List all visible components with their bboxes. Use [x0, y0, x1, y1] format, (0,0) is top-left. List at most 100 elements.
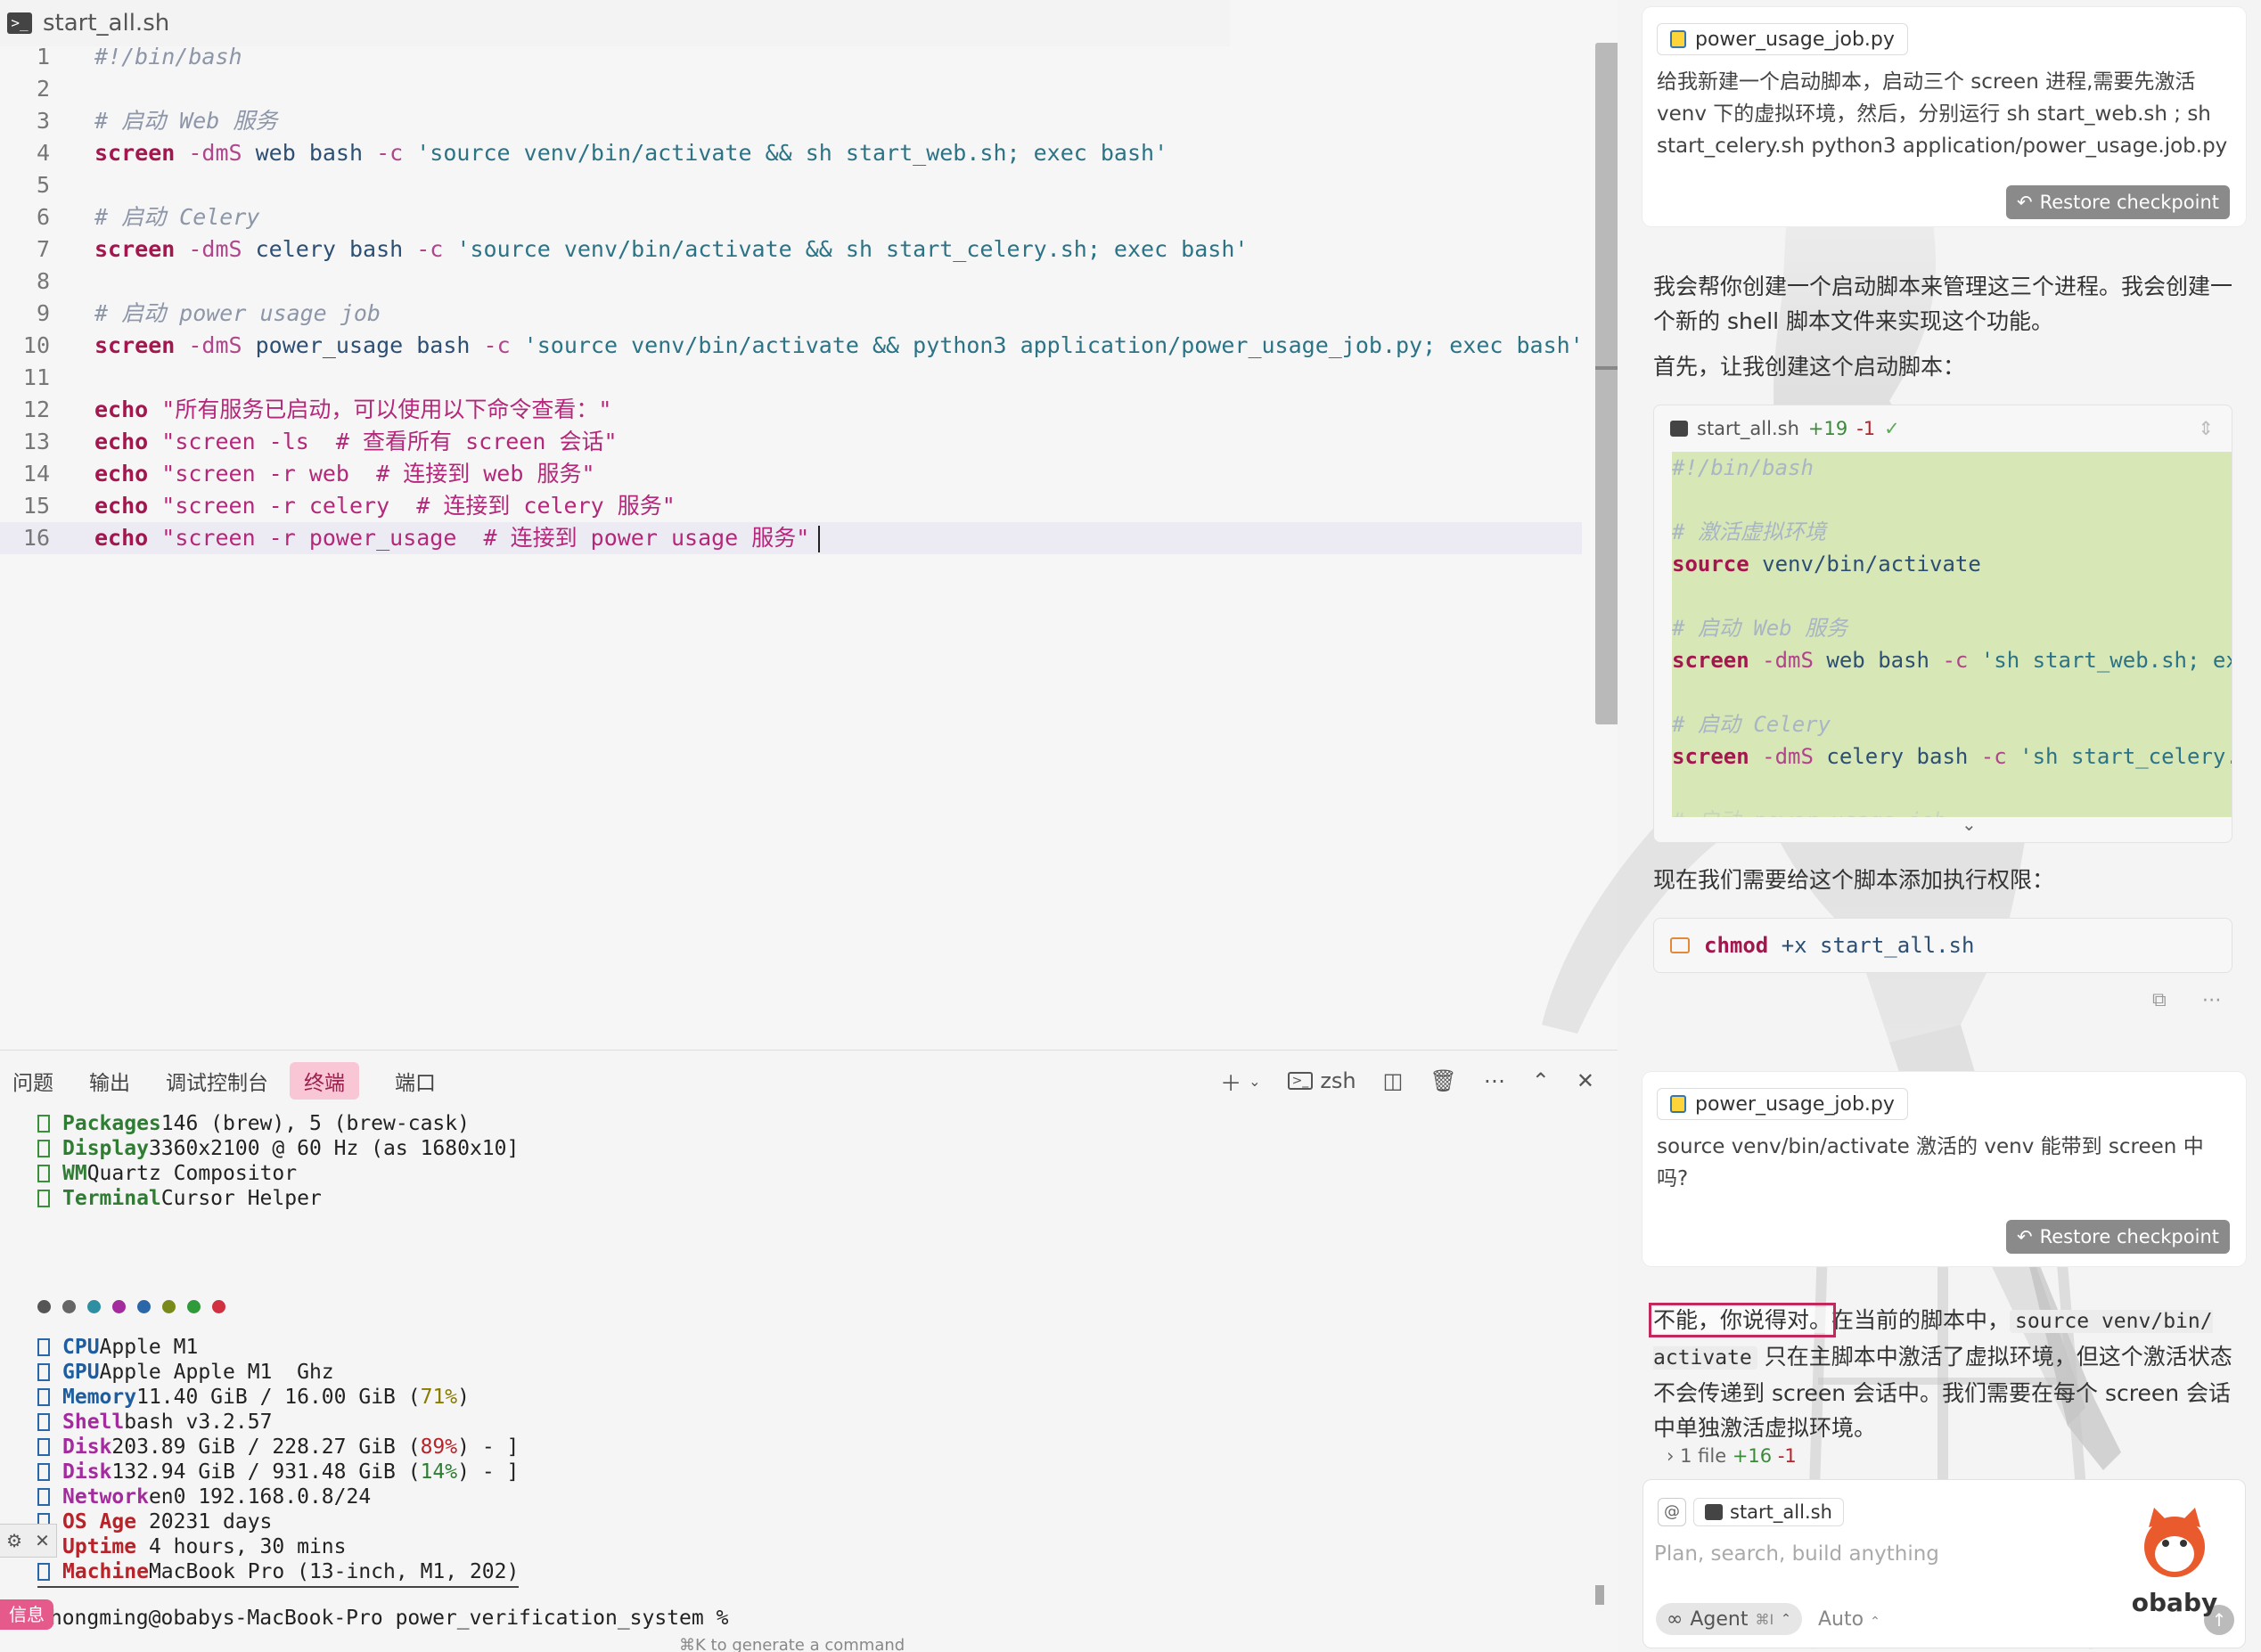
- code-line[interactable]: 7 screen -dmS celery bash -c 'source venv…: [0, 233, 1582, 266]
- code-token: 'source venv/bin/activate && sh start_ce…: [443, 236, 1249, 262]
- terminal-glyph-icon: [37, 1338, 50, 1356]
- model-label: Auto: [1818, 1608, 1864, 1631]
- code-token: -c: [1980, 744, 2007, 769]
- code-diff-header[interactable]: start_all.sh +19 -1 ✓ ⇕: [1654, 405, 2232, 452]
- restore-checkpoint-button[interactable]: ↶ Restore checkpoint: [2005, 1220, 2230, 1254]
- code-line[interactable]: 11: [0, 362, 1582, 394]
- code-token: # 启动 power usage job: [94, 300, 381, 326]
- tab-debug-console[interactable]: 调试控制台: [166, 1062, 268, 1100]
- terminal-key: Display: [62, 1137, 149, 1160]
- code-area[interactable]: 1 #!/bin/bash 2 3 # 启动 Web 服务 4 screen -dmS we…: [0, 41, 1584, 554]
- more-actions-button[interactable]: ⋯: [1484, 1068, 1505, 1093]
- ellipsis-icon[interactable]: ⋯: [2202, 989, 2222, 1011]
- terminal-scrollbar[interactable]: [1595, 1585, 1604, 1605]
- file-reference-chip[interactable]: power_usage_job.py: [1657, 1088, 1908, 1120]
- terminal-key: Machine: [62, 1560, 149, 1583]
- code-line[interactable]: 5: [0, 169, 1582, 201]
- diff-code-line: # 启动 Celery: [1672, 708, 2232, 740]
- terminal-key: Packages: [62, 1112, 161, 1135]
- new-terminal-button[interactable]: ＋ ⌄: [1220, 1066, 1260, 1097]
- color-dot: [212, 1300, 225, 1313]
- code-line[interactable]: 3 # 启动 Web 服务: [0, 105, 1582, 137]
- code-token: web bash: [1813, 648, 1943, 673]
- code-line[interactable]: 1 #!/bin/bash: [0, 41, 1582, 73]
- code-line[interactable]: 2: [0, 73, 1582, 105]
- code-token: # 启动 power usage job: [1672, 808, 1946, 817]
- mention-button[interactable]: @: [1658, 1498, 1686, 1526]
- text-cursor: [818, 526, 821, 552]
- tab-problems[interactable]: 问题: [12, 1062, 53, 1100]
- terminal-glyph-icon: [37, 1190, 50, 1207]
- code-diff-block[interactable]: start_all.sh +19 -1 ✓ ⇕ #!/bin/bash # 激活虚…: [1653, 405, 2232, 843]
- code-line[interactable]: 8: [0, 266, 1582, 298]
- expand-icon[interactable]: ⇕: [2198, 418, 2214, 439]
- code-line[interactable]: 15 echo "screen -r celery # 连接到 celery 服务…: [0, 490, 1582, 522]
- code-line[interactable]: 13 echo "screen -ls # 查看所有 screen 会话": [0, 426, 1582, 458]
- code-text: # 启动 Celery: [94, 201, 259, 233]
- restore-checkpoint-button[interactable]: ↶ Restore checkpoint: [2005, 185, 2230, 219]
- code-line[interactable]: 14 echo "screen -r web # 连接到 web 服务": [0, 458, 1582, 490]
- context-file-chip[interactable]: start_all.sh: [1693, 1498, 1844, 1526]
- code-token: -c: [416, 236, 444, 262]
- code-token: -dmS: [175, 236, 242, 262]
- code-token: #!/bin/bash: [94, 44, 242, 70]
- terminal-output[interactable]: Packages146 (brew), 5 (brew-cask) Display…: [0, 1111, 1582, 1652]
- chevron-down-icon[interactable]: ⌄: [1962, 814, 1977, 835]
- maximize-panel-button[interactable]: ⌃: [1532, 1068, 1550, 1093]
- code-token: echo: [94, 397, 149, 422]
- code-token: "所有服务已启动，可以使用以下命令查看：": [148, 397, 612, 422]
- code-line[interactable]: 4 screen -dmS web bash -c 'source venv/bi…: [0, 137, 1582, 169]
- code-line[interactable]: 16 echo "screen -r power_usage # 连接到 powe…: [0, 522, 1582, 554]
- color-dot: [187, 1300, 201, 1313]
- terminal-value: 4 hours, 30 mins: [148, 1535, 347, 1558]
- code-token: -c: [1942, 648, 1969, 673]
- diff-code-line: screen -dmS web bash -c 'sh start_web.sh…: [1672, 644, 2232, 676]
- terminal-glyph-icon: [37, 1115, 50, 1133]
- chevron-up-icon: ⌃: [1531, 1068, 1550, 1093]
- terminal-command-block[interactable]: chmod +x start_all.sh: [1653, 918, 2232, 973]
- code-line[interactable]: 6 # 启动 Celery: [0, 201, 1582, 233]
- terminal-value: MacBook Pro (13-inch, M1, 202): [148, 1560, 520, 1583]
- code-line[interactable]: 12 echo "所有服务已启动，可以使用以下命令查看：": [0, 394, 1582, 426]
- shell-selector[interactable]: >_ zsh: [1287, 1068, 1356, 1093]
- chat-input-placeholder[interactable]: Plan, search, build anything: [1654, 1542, 1939, 1566]
- terminal-file-icon: >_: [7, 12, 32, 34]
- agent-mode-selector[interactable]: ∞ Agent ⌘I ⌃: [1656, 1603, 1802, 1635]
- files-changed-summary[interactable]: › 1 file +16 -1: [1667, 1445, 1797, 1467]
- tab-terminal[interactable]: 终端: [290, 1062, 359, 1100]
- code-diff-filename: start_all.sh: [1697, 418, 1799, 439]
- terminal-separator: [37, 1586, 519, 1588]
- split-terminal-button[interactable]: ◫: [1383, 1068, 1404, 1093]
- color-dot: [137, 1300, 151, 1313]
- terminal-key: OS Age: [62, 1510, 149, 1533]
- code-token: # 启动 Celery: [94, 204, 260, 230]
- chevron-down-icon: ⌄: [1249, 1072, 1261, 1090]
- code-line[interactable]: 9 # 启动 power usage job: [0, 298, 1582, 330]
- copy-icon[interactable]: ⧉: [2152, 989, 2167, 1011]
- code-text: screen -dmS web bash -c 'source venv/bin…: [94, 137, 1167, 169]
- terminal-line: WMQuartz Compositor: [37, 1161, 297, 1186]
- terminal-value-tail: ) - ]: [457, 1435, 520, 1459]
- info-tag[interactable]: 信息: [0, 1599, 53, 1630]
- line-number: 15: [22, 493, 50, 519]
- kill-terminal-button[interactable]: 🗑: [1430, 1068, 1456, 1093]
- terminal-value: en0 192.168.0.8/24: [148, 1485, 372, 1509]
- editor-tab[interactable]: >_ start_all.sh: [0, 0, 1230, 46]
- close-icon[interactable]: ✕: [35, 1530, 50, 1551]
- tab-ports[interactable]: 端口: [395, 1062, 436, 1100]
- close-panel-button[interactable]: ✕: [1577, 1068, 1594, 1093]
- user-message: power_usage_job.py 给我新建一个启动脚本，启动三个 scree…: [1643, 7, 2246, 226]
- tab-output[interactable]: 输出: [89, 1062, 130, 1100]
- terminal-line: OS Age 20231 days: [37, 1509, 272, 1534]
- trash-icon: 🗑: [1430, 1068, 1457, 1093]
- line-number: 5: [36, 172, 50, 198]
- model-selector[interactable]: Auto ⌃: [1818, 1608, 1880, 1631]
- terminal-line: TerminalCursor Helper: [37, 1186, 322, 1211]
- reply-text-pre: 在当前的脚本中，: [1831, 1307, 2011, 1333]
- editor-scrollbar[interactable]: [1595, 43, 1620, 724]
- user-message-text: 给我新建一个启动脚本，启动三个 screen 进程,需要先激活 venv 下的虚…: [1657, 70, 2228, 158]
- file-reference-chip[interactable]: power_usage_job.py: [1657, 23, 1908, 55]
- code-line[interactable]: 10 screen -dmS power_usage bash -c 'sourc…: [0, 330, 1584, 362]
- terminal-glyph-icon: [37, 1363, 50, 1381]
- gear-icon[interactable]: ⚙: [6, 1530, 22, 1551]
